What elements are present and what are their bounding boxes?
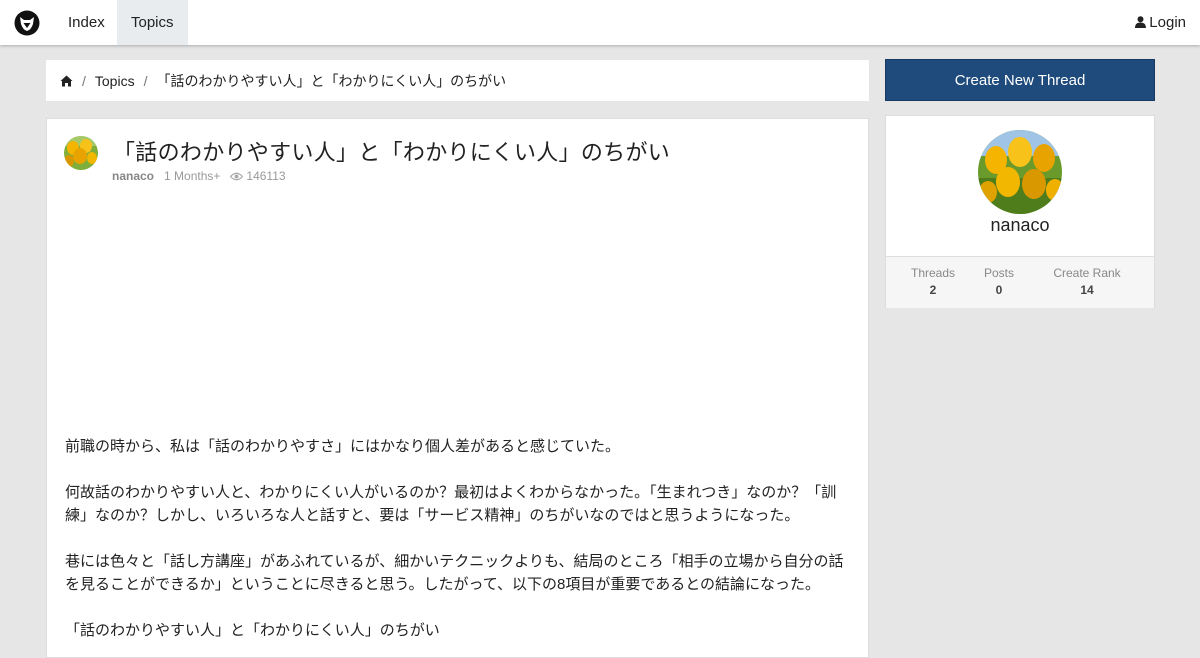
stat-posts-value: 0 (995, 283, 1003, 297)
stat-threads-label: Threads (910, 266, 956, 280)
stat-posts: Posts 0 (974, 266, 1024, 297)
site-logo-icon[interactable] (14, 10, 40, 36)
thread-age: 1 Months+ (164, 169, 221, 183)
user-icon (1135, 16, 1147, 28)
nav-topics-link[interactable]: Topics (117, 0, 188, 45)
login-label: Login (1149, 14, 1186, 31)
stat-rank-label: Create Rank (1053, 266, 1121, 280)
login-link[interactable]: Login (1135, 0, 1186, 45)
breadcrumb-topics-link[interactable]: Topics (95, 73, 135, 89)
author-avatar[interactable] (64, 136, 98, 170)
breadcrumb-separator: / (143, 72, 148, 89)
thread-meta: nanaco 1 Months+ 146113 (112, 169, 286, 183)
breadcrumb-separator: / (82, 72, 86, 89)
thread-title: 「話のわかりやすい人」と「わかりにくい人」のちがい (113, 140, 671, 165)
body-paragraph: 「話のわかりやすい人」と「わかりにくい人」のちがい (65, 622, 440, 639)
profile-card: nanaco Threads 2 Posts 0 Create Rank 14 (885, 115, 1155, 308)
stat-threads-value: 2 (929, 283, 937, 297)
thread-card: 「話のわかりやすい人」と「わかりにくい人」のちがい nanaco 1 Month… (46, 118, 869, 658)
stat-create-rank: Create Rank 14 (1042, 266, 1132, 297)
body-paragraph: 何故話のわかりやすい人と、わかりにくい人がいるのか？最初はよくわからなかった。「… (65, 484, 837, 524)
breadcrumb: / Topics / 「話のわかりやすい人」と「わかりにくい人」のちがい (46, 60, 869, 101)
body-paragraph: 巷には色々と「話し方講座」があふれているが、細かいテクニックよりも、結局のところ… (65, 553, 844, 593)
profile-stats: Threads 2 Posts 0 Create Rank 14 (886, 256, 1154, 308)
thread-author[interactable]: nanaco (112, 169, 154, 183)
stat-posts-label: Posts (983, 266, 1014, 280)
thread-views: 146113 (246, 169, 286, 183)
create-new-thread-button[interactable]: Create New Thread (885, 59, 1155, 101)
home-icon[interactable] (60, 75, 73, 87)
profile-name[interactable]: nanaco (886, 215, 1154, 236)
profile-avatar[interactable] (978, 130, 1062, 214)
body-paragraph: 前職の時から、私は「話のわかりやすさ」にはかなり個人差があると感じていた。 (65, 438, 621, 455)
eye-icon (230, 172, 244, 180)
stat-threads: Threads 2 (902, 266, 964, 297)
nav-index-link[interactable]: Index (54, 0, 119, 45)
top-navbar: Index Topics Login (0, 0, 1200, 45)
stat-rank-value: 14 (1080, 283, 1094, 297)
thread-body: 前職の時から、私は「話のわかりやすさ」にはかなり個人差があると感じていた。 何故… (65, 435, 855, 657)
breadcrumb-current: 「話のわかりやすい人」と「わかりにくい人」のちがい (156, 72, 507, 89)
